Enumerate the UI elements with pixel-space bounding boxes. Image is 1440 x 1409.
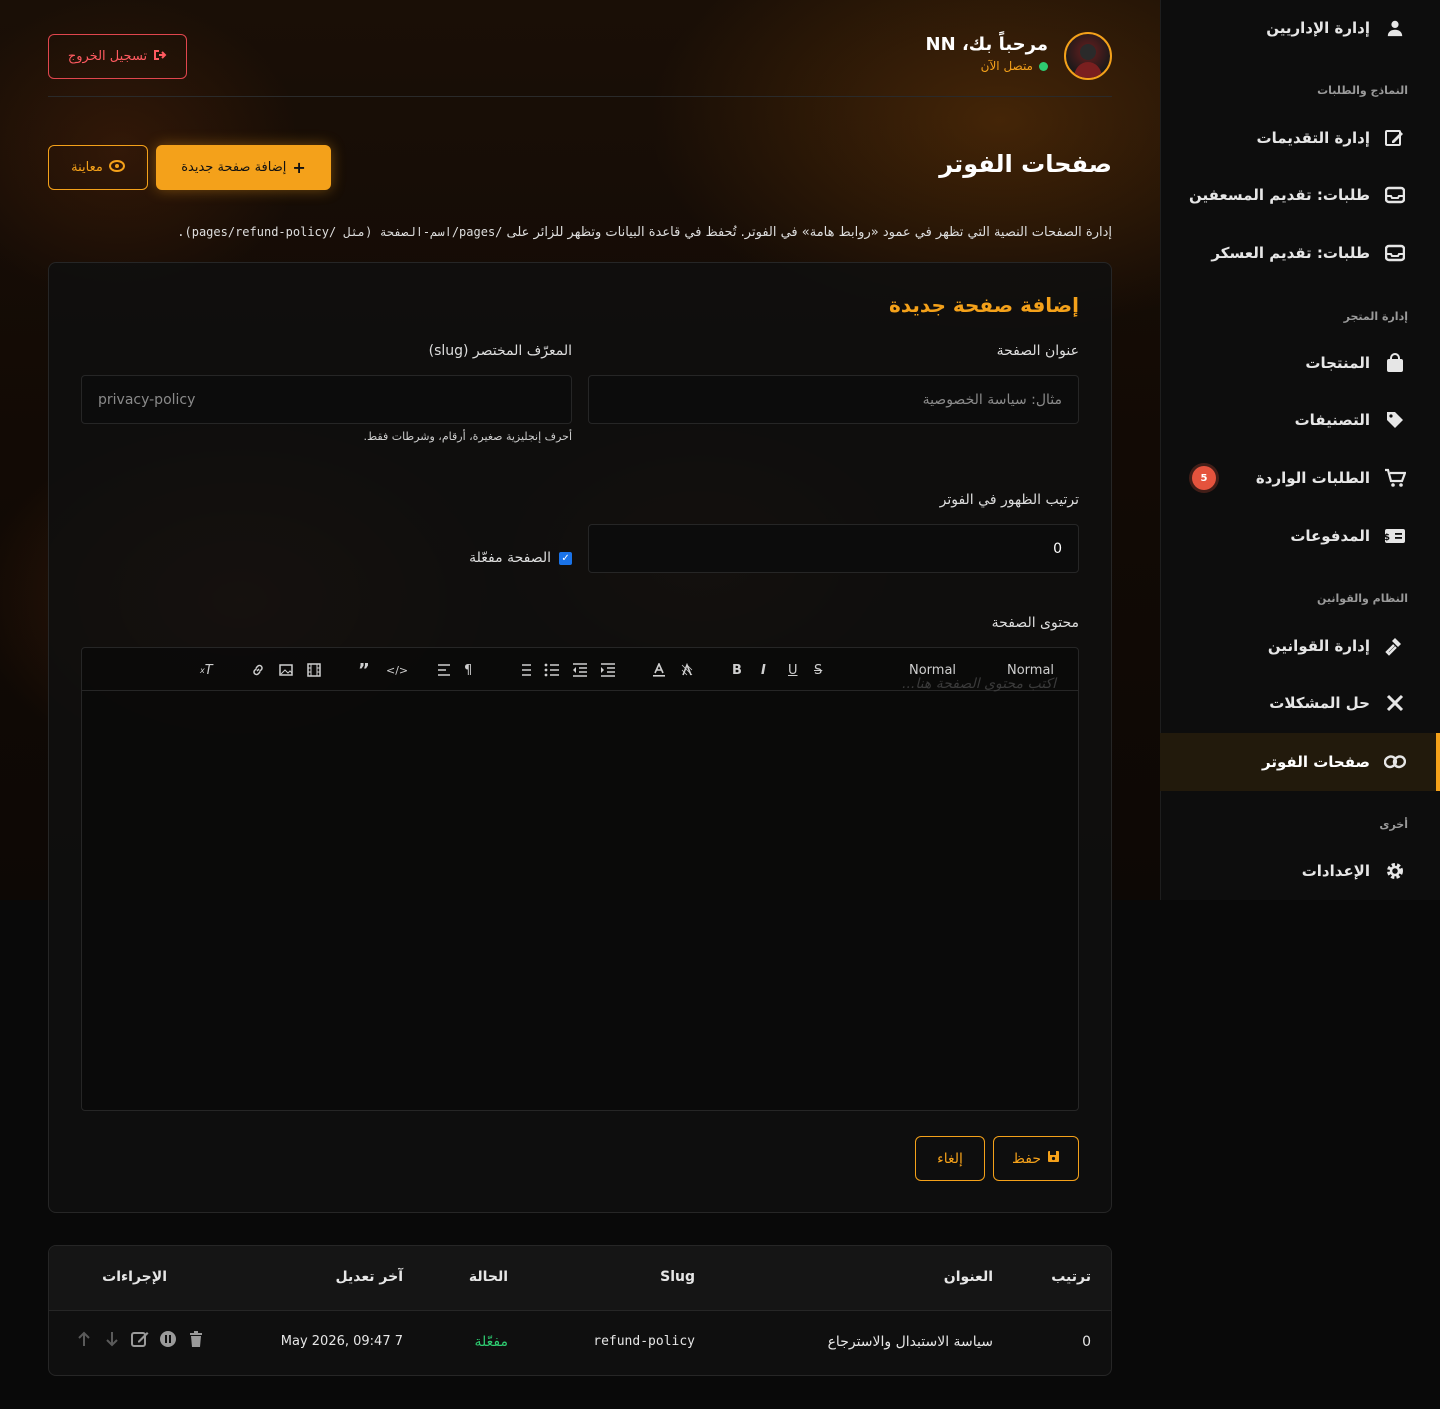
floppy-icon (1047, 1150, 1060, 1167)
sidebar-item-military-requests[interactable]: طلبات: تقديم العسكر (1160, 225, 1440, 281)
row-title: سياسة الاستبدال والاسترجاع (827, 1334, 993, 1350)
italic-icon[interactable]: I (761, 661, 766, 679)
bag-icon (1384, 352, 1406, 374)
link-icon[interactable] (251, 661, 265, 679)
indent-icon[interactable] (600, 661, 616, 679)
user-icon (1384, 17, 1406, 39)
avatar[interactable] (1064, 32, 1112, 80)
cart-icon (1384, 467, 1406, 489)
orders-count-badge: 5 (1192, 466, 1216, 490)
move-down-icon[interactable] (103, 1330, 121, 1348)
column-header: الحالة (468, 1269, 508, 1285)
slug-label: المعرّف المختصر (slug) (428, 343, 572, 359)
eye-icon (108, 159, 125, 176)
text-color-icon[interactable] (652, 661, 666, 679)
section-heading: النماذج والطلبات (1317, 84, 1408, 97)
column-header: آخر تعديل (335, 1269, 403, 1285)
inbox-icon (1384, 242, 1406, 264)
sidebar-item-products[interactable]: المنتجات (1160, 335, 1440, 391)
sidebar-item-paramedic-requests[interactable]: طلبات: تقديم المسعفين (1160, 167, 1440, 223)
enabled-checkbox-row[interactable]: ✓ الصفحة مفعّلة (469, 550, 572, 566)
money-icon: $ (1384, 525, 1406, 547)
sidebar: إدارة الإداريين النماذج والطلبات إدارة ا… (1160, 0, 1440, 900)
logout-button[interactable]: تسجيل الخروج (48, 34, 187, 79)
strike-icon[interactable]: S (814, 661, 822, 679)
sidebar-item-footer-pages[interactable]: صفحات الفوتر (1160, 733, 1440, 791)
section-heading: إدارة المتجر (1343, 310, 1408, 323)
save-button[interactable]: حفظ (993, 1136, 1079, 1181)
footer-pages-table: ترتيب العنوان Slug الحالة آخر تعديل الإج… (48, 1245, 1112, 1376)
slug-hint: أحرف إنجليزية صغيرة، أرقام، وشرطات فقط. (363, 430, 572, 443)
slug-input[interactable]: privacy-policy (81, 375, 572, 424)
edit-doc-icon (1384, 127, 1406, 149)
welcome-text: مرحباً بك، NN (925, 34, 1048, 55)
order-label: ترتيب الظهور في الفوتر (939, 492, 1079, 508)
plus-icon: + (292, 158, 306, 177)
tag-icon (1384, 409, 1406, 431)
cancel-button[interactable]: إلغاء (915, 1136, 985, 1181)
row-modified: May 2026, 09:47 7 (280, 1334, 403, 1349)
bold-icon[interactable]: B (732, 661, 742, 679)
table-header: ترتيب العنوان Slug الحالة آخر تعديل الإج… (49, 1246, 1111, 1311)
column-header: ترتيب (1051, 1269, 1091, 1285)
inbox-icon (1384, 184, 1406, 206)
page-description: إدارة الصفحات النصية التي تظهر في عمود «… (177, 225, 1112, 240)
section-heading: النظام والقوانين (1317, 592, 1408, 605)
add-page-button[interactable]: + إضافة صفحة جديدة (156, 145, 331, 190)
page-title: صفحات الفوتر (939, 150, 1112, 178)
sidebar-item-admins[interactable]: إدارة الإداريين (1160, 0, 1440, 56)
row-slug: refund-policy (593, 1334, 695, 1349)
pause-icon[interactable] (159, 1330, 177, 1348)
text-direction-icon[interactable]: ¶ (464, 661, 472, 679)
topbar: مرحباً بك، NN متصل الآن تسجيل الخروج (48, 0, 1112, 97)
sidebar-item-payments[interactable]: $ المدفوعات (1160, 508, 1440, 564)
order-input[interactable]: 0 (588, 524, 1079, 573)
underline-icon[interactable]: U (788, 661, 798, 679)
gavel-icon (1384, 635, 1406, 657)
tools-icon (1384, 692, 1406, 714)
online-status: متصل الآن (981, 59, 1048, 73)
enabled-checkbox[interactable]: ✓ (559, 551, 572, 565)
ordered-list-icon[interactable]: 123 (516, 661, 532, 679)
blockquote-icon[interactable]: ” (358, 660, 370, 681)
sidebar-item-rules[interactable]: إدارة القوانين (1160, 618, 1440, 674)
column-header: Slug (660, 1269, 695, 1285)
logout-icon (153, 49, 167, 65)
video-icon[interactable] (307, 661, 321, 679)
editor-placeholder: اكتب محتوى الصفحة هنا... (902, 676, 1056, 692)
outdent-icon[interactable] (572, 661, 588, 679)
title-label: عنوان الصفحة (996, 343, 1079, 359)
column-header: العنوان (943, 1269, 993, 1285)
content-label: محتوى الصفحة (991, 615, 1079, 631)
section-heading: أخرى (1379, 818, 1408, 831)
clear-format-icon[interactable]: Tx (200, 661, 213, 679)
rich-text-editor[interactable]: Normal Normal S U I B 123 ¶ </> ” Tx اكت… (81, 647, 1079, 1111)
bullet-list-icon[interactable] (544, 661, 560, 679)
sidebar-item-settings[interactable]: الإعدادات (1160, 843, 1440, 899)
sidebar-item-incoming-orders[interactable]: الطلبات الواردة 5 (1160, 450, 1440, 506)
svg-text:$: $ (1384, 533, 1390, 543)
align-icon[interactable] (437, 661, 451, 679)
preview-button[interactable]: معاينة (48, 145, 148, 190)
sidebar-item-applications[interactable]: إدارة التقديمات (1160, 110, 1440, 166)
code-block-icon[interactable]: </> (386, 661, 408, 679)
gear-icon (1384, 860, 1406, 882)
title-input[interactable]: مثال: سياسة الخصوصية (588, 375, 1079, 424)
form-title: إضافة صفحة جديدة (889, 293, 1079, 317)
move-up-icon[interactable] (75, 1330, 93, 1348)
trash-icon[interactable] (187, 1330, 205, 1348)
add-page-form: إضافة صفحة جديدة عنوان الصفحة مثال: سياس… (48, 262, 1112, 1213)
image-icon[interactable] (279, 661, 293, 679)
row-status: مفعّلة (474, 1334, 508, 1350)
edit-icon[interactable] (131, 1330, 149, 1348)
row-order: 0 (1082, 1334, 1091, 1350)
column-header: الإجراءات (102, 1269, 167, 1285)
sidebar-item-categories[interactable]: التصنيفات (1160, 392, 1440, 448)
online-dot-icon (1039, 61, 1048, 71)
background-color-icon[interactable] (680, 661, 694, 679)
link-icon (1384, 751, 1406, 773)
sidebar-item-troubleshooting[interactable]: حل المشكلات (1160, 675, 1440, 731)
row-actions (75, 1330, 205, 1348)
